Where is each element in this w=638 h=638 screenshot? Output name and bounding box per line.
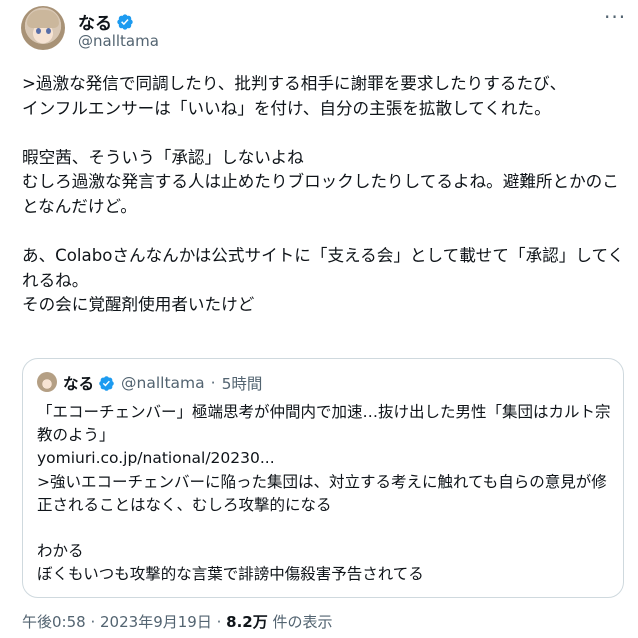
quoted-author-handle: @nalltama	[121, 374, 205, 392]
avatar-eye-right	[46, 28, 51, 34]
verified-badge-icon	[99, 375, 114, 391]
author-avatar[interactable]	[21, 6, 65, 50]
meta-separator: ·	[210, 374, 216, 392]
footer-separator: ·	[90, 613, 101, 631]
views-count: 8.2万	[226, 613, 268, 631]
quoted-header: なる @nalltama · 5時間	[63, 372, 262, 394]
footer-separator: ·	[216, 613, 227, 631]
quoted-post[interactable]: なる @nalltama · 5時間 「エコーチェンバー」極端思考が仲間内で加速…	[22, 358, 624, 598]
post-date[interactable]: 2023年9月19日	[100, 613, 212, 631]
post-time[interactable]: 午後0:58	[22, 613, 86, 631]
avatar-hair	[27, 10, 59, 28]
verified-badge-icon	[117, 13, 133, 30]
views-label: 件の表示	[272, 613, 333, 631]
more-options-icon[interactable]: ···	[604, 7, 626, 32]
quoted-timestamp[interactable]: 5時間	[222, 372, 263, 394]
author-handle[interactable]: @nalltama	[78, 32, 159, 50]
quoted-author-name[interactable]: なる	[63, 372, 94, 394]
author-name-row[interactable]: なる	[78, 9, 134, 34]
post-text: >過激な発信で同調したり、批判する相手に謝罪を要求したりするたび、 インフルエン…	[22, 74, 625, 315]
author-name[interactable]: なる	[78, 9, 112, 34]
quoted-author-avatar[interactable]	[37, 372, 57, 392]
quoted-text: 「エコーチェンバー」極端思考が仲間内で加速…抜け出した男性「集団はカルト宗教のよ…	[37, 403, 611, 584]
avatar-eye-left	[36, 28, 41, 34]
post-footer: 午後0:58 · 2023年9月19日 · 8.2万 件の表示	[22, 611, 333, 632]
